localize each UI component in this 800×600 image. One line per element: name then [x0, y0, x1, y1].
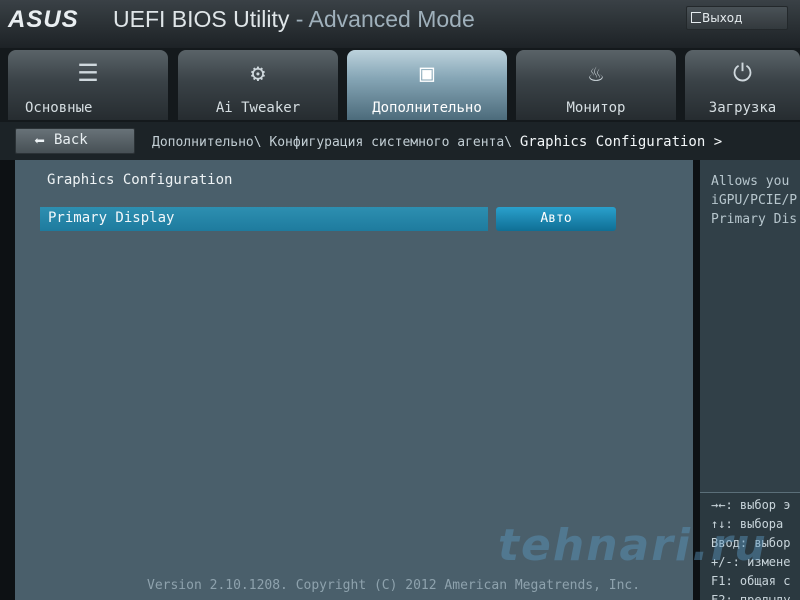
app-title: UEFI BIOS Utility - Advanced Mode: [113, 6, 475, 33]
asus-logo: ASUS: [8, 6, 79, 33]
key-legend-item: F1: общая с: [711, 574, 791, 588]
primary-display-setting[interactable]: Primary Display: [40, 207, 488, 231]
tab-advanced[interactable]: ▣ Дополнительно: [347, 50, 507, 120]
help-text-line: iGPU/PCIE/P: [711, 193, 798, 208]
breadcrumb-current: Graphics Configuration >: [519, 134, 723, 150]
primary-display-value-button[interactable]: Авто: [496, 207, 616, 231]
help-text-line: Primary Dis: [711, 212, 798, 227]
tab-boot[interactable]: ⏻ Загрузка: [685, 50, 800, 120]
advanced-info-icon: ▣: [419, 59, 435, 87]
back-arrow-icon: ⬅: [34, 131, 45, 152]
tab-monitor[interactable]: ♨ Монитор: [516, 50, 676, 120]
version-info: Version 2.10.1208. Copyright (C) 2012 Am…: [147, 578, 641, 593]
tab-label: Загрузка: [708, 100, 777, 116]
tab-label: Основные: [25, 100, 93, 116]
back-button[interactable]: ⬅ Back: [15, 128, 135, 154]
help-panel: Allows you iGPU/PCIE/P Primary Dis: [700, 160, 800, 492]
app-title-mode: - Advanced Mode: [289, 6, 475, 32]
list-icon: ☰: [77, 59, 99, 87]
tab-ai-tweaker[interactable]: ⚙ Ai Tweaker: [178, 50, 338, 120]
app-title-main: UEFI BIOS Utility: [113, 6, 290, 32]
exit-icon: [691, 12, 701, 23]
power-icon: ⏻: [733, 59, 752, 87]
tab-main[interactable]: ☰ Основные: [8, 50, 168, 120]
tab-label: Дополнительно: [372, 100, 482, 116]
key-legend-item: →←: выбор э: [711, 498, 791, 512]
section-title: Graphics Configuration: [47, 172, 233, 188]
help-text-line: Allows you: [711, 174, 790, 189]
key-legend-item: F2: предыду: [711, 593, 791, 600]
watermark: tehnari.ru: [498, 520, 768, 571]
tab-label: Ai Tweaker: [215, 100, 301, 116]
tweaker-icon: ⚙: [250, 59, 266, 87]
tab-label: Монитор: [566, 100, 626, 116]
back-label: Back: [54, 132, 88, 148]
navigation-row: ⬅ Back Дополнительно\ Конфигурация систе…: [0, 122, 800, 160]
main-tabs: ☰ Основные ⚙ Ai Tweaker ▣ Дополнительно …: [0, 48, 800, 122]
breadcrumb: Дополнительно\ Конфигурация системного а…: [152, 134, 722, 150]
breadcrumb-path[interactable]: Дополнительно\ Конфигурация системного а…: [152, 135, 520, 150]
exit-label: Выход: [702, 11, 743, 25]
title-bar: ASUS UEFI BIOS Utility - Advanced Mode В…: [0, 0, 800, 48]
monitor-gauge-icon: ♨: [588, 59, 604, 87]
exit-button[interactable]: Выход: [686, 6, 788, 30]
